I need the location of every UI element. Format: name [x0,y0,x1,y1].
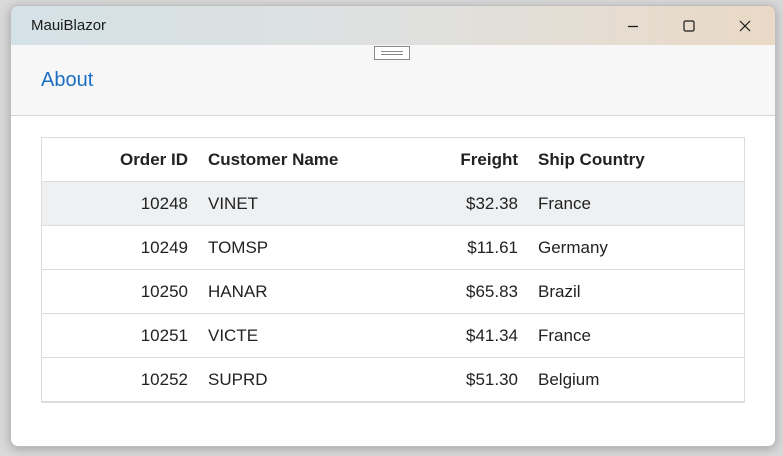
splitter-handle[interactable] [374,46,410,60]
cell-order-id: 10252 [140,369,188,389]
column-header-ship-country[interactable]: Ship Country [538,138,744,182]
cell-customer-name: VINET [208,181,408,226]
maximize-button[interactable] [661,6,717,45]
cell-ship-country: France [538,181,744,226]
table-row[interactable]: 10249 TOMSP $11.61 Germany [42,225,744,270]
cell-order-id: 10248 [42,181,208,226]
cell-freight: $41.34 [408,313,538,358]
table-row[interactable]: 10251 VICTE $41.34 France [42,313,744,358]
minimize-icon [628,25,638,27]
close-icon [739,20,751,31]
top-app-bar: About [11,45,775,116]
cell-customer-name: VICTE [208,313,408,358]
cell-customer-name: SUPRD [208,369,268,389]
column-header-order-id[interactable]: Order ID [42,138,208,182]
cell-order-id: 10250 [42,269,208,314]
about-link[interactable]: About [41,69,93,92]
orders-table: Order ID Customer Name Freight Ship Coun… [42,138,744,401]
cell-order-id: 10251 [42,313,208,358]
app-window: MauiBlazor About Order ID Customer Name … [10,5,776,447]
column-header-customer-name[interactable]: Customer Name [208,138,408,182]
cell-customer-name: TOMSP [208,225,408,270]
cell-freight: $65.83 [408,269,538,314]
table-row[interactable]: 10252 SUPRD $51.30 Belgium [42,358,744,402]
minimize-button[interactable] [605,6,661,45]
cell-ship-country: Germany [538,225,744,270]
orders-grid: Order ID Customer Name Freight Ship Coun… [41,137,745,403]
window-title: MauiBlazor [31,17,107,34]
cell-freight: $51.30 [466,369,518,389]
cell-freight: $32.38 [408,181,538,226]
cell-ship-country: France [538,313,744,358]
cell-ship-country: Brazil [538,269,744,314]
cell-freight: $11.61 [408,225,538,270]
close-button[interactable] [717,6,773,45]
table-row[interactable]: 10248 VINET $32.38 France [42,181,744,226]
table-row[interactable]: 10250 HANAR $65.83 Brazil [42,269,744,314]
cell-order-id: 10249 [42,225,208,270]
cell-customer-name: HANAR [208,269,408,314]
title-bar[interactable]: MauiBlazor [11,6,775,45]
cell-ship-country: Belgium [538,369,600,389]
column-header-freight[interactable]: Freight [408,138,538,182]
maximize-icon [683,19,695,32]
header-row: Order ID Customer Name Freight Ship Coun… [42,138,744,182]
